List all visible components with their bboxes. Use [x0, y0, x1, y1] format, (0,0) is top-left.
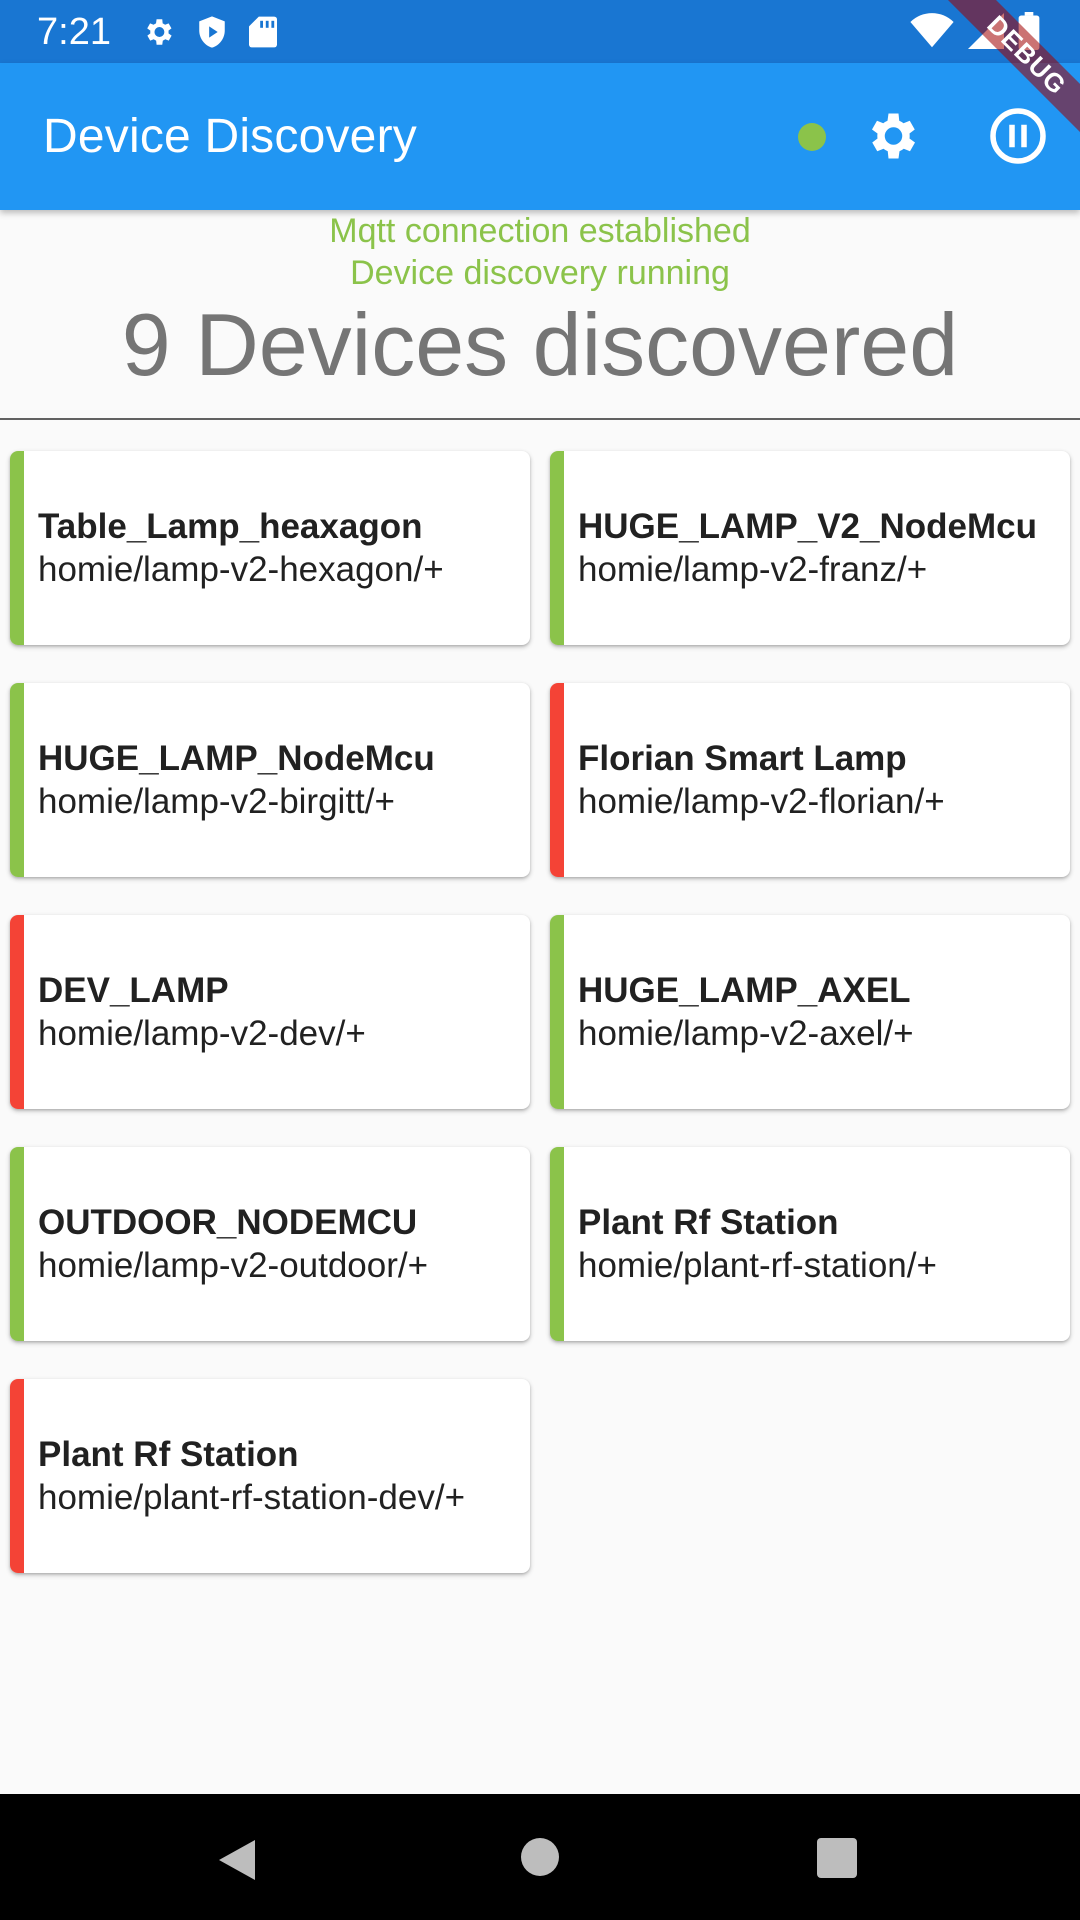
device-topic: homie/lamp-v2-dev/+: [38, 1014, 366, 1053]
device-name: HUGE_LAMP_V2_NodeMcu: [578, 507, 1037, 546]
device-name: OUTDOOR_NODEMCU: [38, 1203, 418, 1242]
device-card[interactable]: Plant Rf Station homie/plant-rf-station/+: [550, 1147, 1070, 1341]
home-icon[interactable]: [521, 1838, 559, 1876]
device-status-stripe: [550, 915, 564, 1109]
device-topic: homie/lamp-v2-outdoor/+: [38, 1246, 429, 1285]
connection-status-dot: [798, 123, 826, 151]
device-card[interactable]: HUGE_LAMP_NodeMcu homie/lamp-v2-birgitt/+: [10, 683, 530, 877]
device-topic: homie/plant-rf-station-dev/+: [38, 1478, 466, 1517]
settings-icon: [147, 18, 172, 45]
device-status-stripe: [550, 451, 564, 645]
device-card[interactable]: Florian Smart Lamp homie/lamp-v2-florian/…: [550, 683, 1070, 877]
device-card[interactable]: Plant Rf Station homie/plant-rf-station-d…: [10, 1379, 530, 1573]
device-topic: homie/lamp-v2-birgitt/+: [38, 782, 395, 821]
device-status-stripe: [550, 1147, 564, 1341]
device-name: HUGE_LAMP_AXEL: [578, 971, 911, 1010]
status-time: 7:21: [37, 10, 111, 53]
device-name: Table_Lamp_heaxagon: [38, 507, 423, 546]
status-icons-left: [141, 15, 277, 49]
device-topic: homie/lamp-v2-franz/+: [578, 550, 928, 589]
device-topic: homie/lamp-v2-hexagon/+: [38, 550, 444, 589]
discovery-status-text: Device discovery running: [350, 254, 730, 292]
shield-play-icon: [199, 15, 225, 48]
device-topic: homie/plant-rf-station/+: [578, 1246, 937, 1285]
device-name: DEV_LAMP: [38, 971, 229, 1010]
app-bar: Device Discovery: [0, 63, 1080, 210]
device-name: Plant Rf Station: [38, 1435, 299, 1474]
page-title: Device Discovery: [43, 110, 417, 163]
device-card[interactable]: HUGE_LAMP_V2_NodeMcu homie/lamp-v2-franz/…: [550, 451, 1070, 645]
device-card[interactable]: DEV_LAMP homie/lamp-v2-dev/+: [10, 915, 530, 1109]
back-icon[interactable]: [215, 1836, 259, 1884]
connection-status-text: Mqtt connection established: [329, 212, 751, 250]
device-status-stripe: [10, 451, 24, 645]
device-topic: homie/lamp-v2-axel/+: [578, 1014, 914, 1053]
pause-icon: [990, 108, 1046, 164]
pause-button[interactable]: [988, 106, 1048, 166]
device-topic: homie/lamp-v2-florian/+: [578, 782, 945, 821]
device-status-stripe: [10, 683, 24, 877]
divider: [0, 418, 1080, 420]
wifi-icon: [910, 13, 954, 48]
device-status-stripe: [10, 915, 24, 1109]
sd-card-icon: [248, 16, 277, 47]
navigation-bar: [0, 1794, 1080, 1920]
device-status-stripe: [10, 1379, 24, 1573]
recents-icon[interactable]: [817, 1838, 857, 1878]
settings-button[interactable]: [861, 106, 921, 166]
status-bar: 7:21: [0, 0, 1080, 63]
device-status-stripe: [550, 683, 564, 877]
devices-count-heading: 9 Devices discovered: [121, 295, 959, 394]
device-card[interactable]: Table_Lamp_heaxagon homie/lamp-v2-hexagon…: [10, 451, 530, 645]
device-card[interactable]: HUGE_LAMP_AXEL homie/lamp-v2-axel/+: [550, 915, 1070, 1109]
device-name: Plant Rf Station: [578, 1203, 839, 1242]
device-card[interactable]: OUTDOOR_NODEMCU homie/lamp-v2-outdoor/+: [10, 1147, 530, 1341]
device-status-stripe: [10, 1147, 24, 1341]
device-name: Florian Smart Lamp: [578, 739, 907, 778]
device-name: HUGE_LAMP_NodeMcu: [38, 739, 435, 778]
settings-icon: [872, 113, 915, 159]
